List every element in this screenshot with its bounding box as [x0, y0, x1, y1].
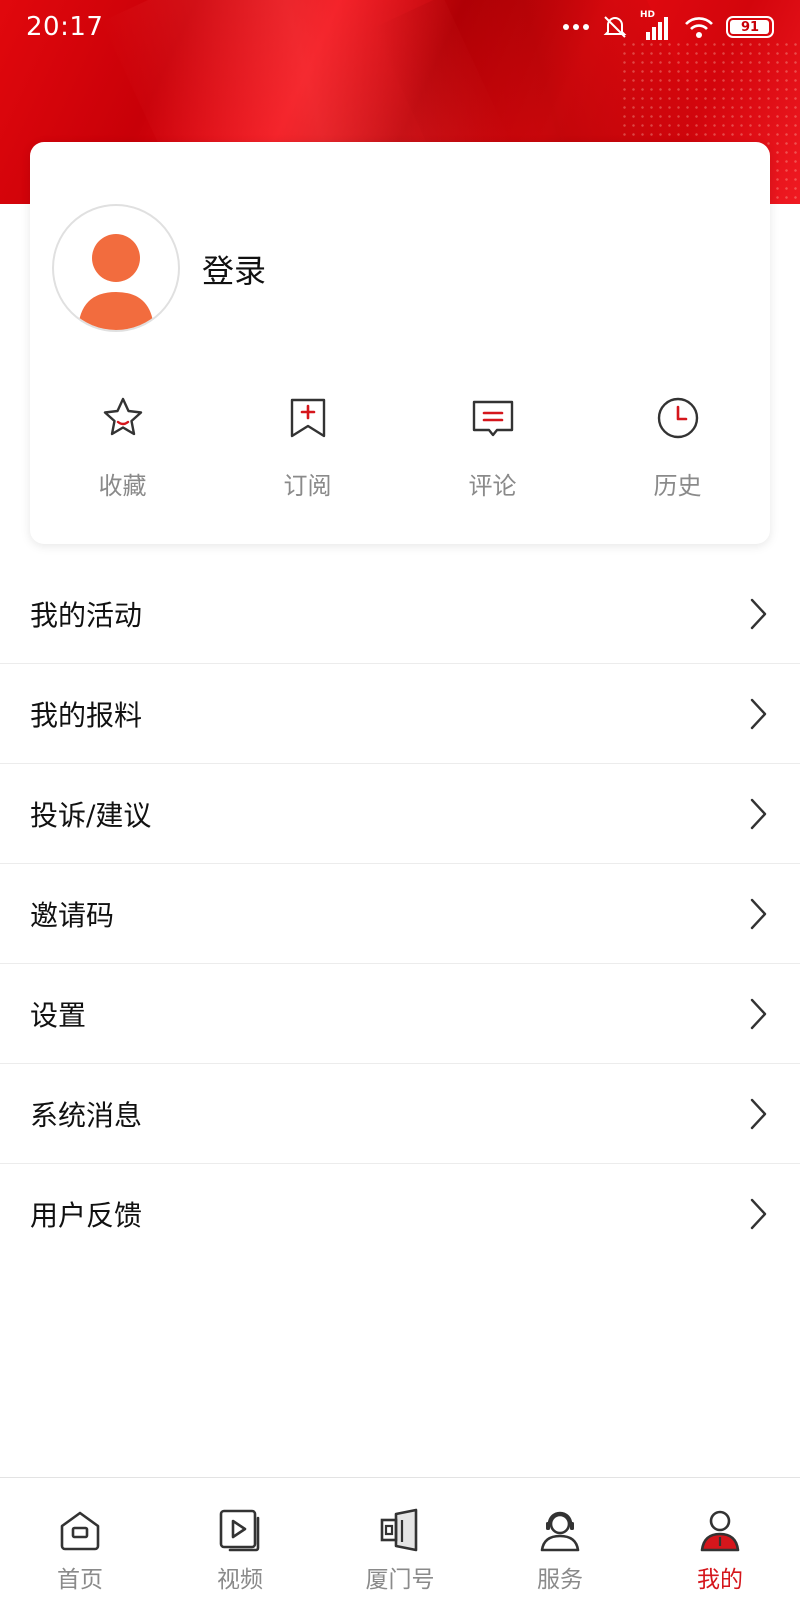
- tab-home[interactable]: 首页: [0, 1478, 160, 1600]
- chevron-right-icon: [750, 1198, 767, 1230]
- menu-item-label: 我的活动: [30, 598, 143, 632]
- menu-item-my-activities[interactable]: 我的活动: [0, 564, 800, 664]
- bookmark-plus-icon: [290, 398, 325, 438]
- chevron-right-icon: [750, 798, 767, 829]
- video-icon: [219, 1509, 260, 1552]
- settings-menu: 我的活动 我的报料 投诉/建议 邀请码 设置 系统消息 用户反馈: [0, 564, 800, 1264]
- chevron-right-icon: [750, 598, 767, 629]
- chevron-right-icon: [750, 998, 767, 1029]
- menu-item-system-messages[interactable]: 系统消息: [0, 1064, 800, 1164]
- menu-item-complaints[interactable]: 投诉/建议: [0, 764, 800, 864]
- quick-action-comments[interactable]: 评论: [400, 394, 585, 514]
- tab-label: 首页: [57, 1567, 103, 1593]
- menu-item-label: 我的报料: [30, 698, 143, 732]
- quick-action-favorites[interactable]: 收藏: [30, 394, 215, 514]
- home-icon: [60, 1511, 100, 1551]
- more-dots-icon: [563, 24, 589, 30]
- status-icons: HD 91: [562, 10, 774, 40]
- menu-item-label: 邀请码: [30, 898, 115, 932]
- door-icon: [380, 1508, 418, 1552]
- tab-xiamen-account[interactable]: 厦门号: [320, 1478, 480, 1600]
- menu-item-label: 系统消息: [30, 1098, 143, 1132]
- status-time: 20:17: [26, 12, 104, 42]
- tab-label: 厦门号: [365, 1567, 435, 1593]
- mute-bell-icon: [603, 16, 627, 38]
- chevron-right-icon: [750, 898, 767, 929]
- quick-action-label: 收藏: [98, 472, 147, 500]
- status-bar: 20:17 HD 91: [0, 0, 800, 58]
- menu-item-my-reports[interactable]: 我的报料: [0, 664, 800, 764]
- avatar[interactable]: [52, 204, 180, 332]
- chevron-right-icon: [750, 1098, 767, 1129]
- menu-item-settings[interactable]: 设置: [0, 964, 800, 1064]
- signal-icon: HD: [640, 10, 672, 40]
- quick-actions: 收藏 订阅 评论 历史: [30, 394, 770, 514]
- tab-video[interactable]: 视频: [160, 1478, 320, 1600]
- tab-mine[interactable]: 我的: [640, 1478, 800, 1600]
- tab-label: 服务: [537, 1567, 583, 1593]
- clock-icon: [657, 397, 698, 439]
- wifi-icon: [685, 17, 713, 38]
- profile-card: 登录 收藏 订阅 评论 历史: [30, 142, 770, 544]
- quick-action-label: 订阅: [283, 472, 332, 500]
- bottom-tab-bar: 首页 视频 厦门号 服务 我的: [0, 1477, 800, 1600]
- login-link[interactable]: 登录: [202, 246, 266, 292]
- menu-item-label: 投诉/建议: [30, 798, 152, 832]
- quick-action-history[interactable]: 历史: [585, 394, 770, 514]
- quick-action-subscriptions[interactable]: 订阅: [215, 394, 400, 514]
- tab-label: 视频: [217, 1567, 263, 1593]
- menu-item-label: 用户反馈: [30, 1199, 143, 1232]
- menu-item-feedback[interactable]: 用户反馈: [0, 1164, 800, 1264]
- chevron-right-icon: [750, 698, 767, 729]
- quick-action-label: 历史: [653, 472, 702, 500]
- user-icon: [700, 1510, 740, 1552]
- service-icon: [540, 1511, 580, 1552]
- menu-item-invite-code[interactable]: 邀请码: [0, 864, 800, 964]
- star-icon: [103, 397, 142, 436]
- menu-item-label: 设置: [30, 998, 87, 1032]
- tab-services[interactable]: 服务: [480, 1478, 640, 1600]
- battery-level: 91: [740, 19, 760, 35]
- quick-action-label: 评论: [468, 472, 517, 500]
- tab-label: 我的: [697, 1567, 743, 1593]
- comment-icon: [472, 400, 513, 437]
- battery-icon: 91: [726, 16, 774, 38]
- default-avatar-icon: [78, 234, 154, 330]
